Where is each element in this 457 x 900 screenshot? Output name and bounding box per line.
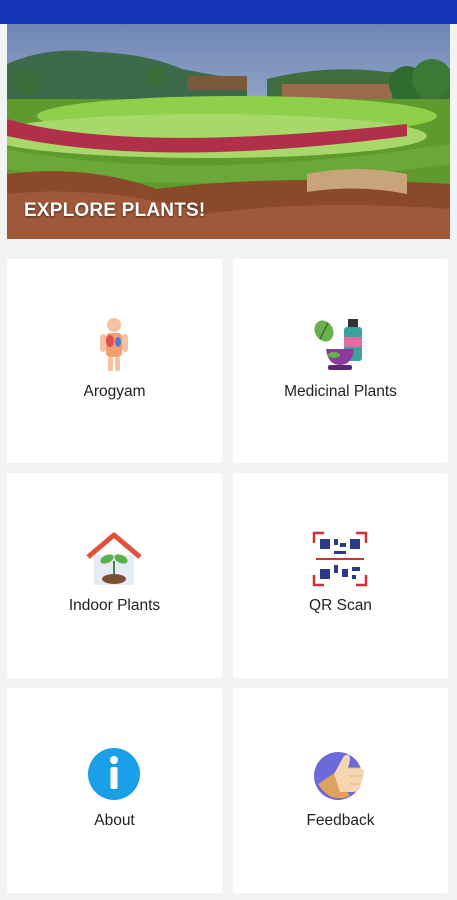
qr-code-icon — [310, 529, 370, 589]
medicinal-plants-icon — [310, 315, 370, 375]
banner-title: EXPLORE PLANTS! — [24, 200, 206, 221]
about-card[interactable]: About — [7, 688, 222, 893]
human-anatomy-icon — [84, 315, 144, 375]
status-bar — [0, 0, 457, 24]
indoor-plants-card[interactable]: Indoor Plants — [7, 473, 222, 678]
about-label: About — [94, 812, 135, 829]
arogyam-label: Arogyam — [83, 383, 146, 400]
qr-scan-label: QR Scan — [309, 597, 372, 614]
info-icon — [84, 744, 144, 804]
qr-scan-card[interactable]: QR Scan — [233, 473, 448, 678]
medicinal-plants-label: Medicinal Plants — [284, 383, 397, 400]
house-plant-icon — [84, 529, 144, 589]
explore-banner[interactable]: EXPLORE PLANTS! — [7, 24, 450, 239]
feedback-label: Feedback — [306, 812, 375, 829]
arogyam-card[interactable]: Arogyam — [7, 259, 222, 463]
indoor-plants-label: Indoor Plants — [68, 597, 161, 614]
medicinal-plants-card[interactable]: Medicinal Plants — [233, 259, 448, 463]
feedback-card[interactable]: Feedback — [233, 688, 448, 893]
thumbs-up-icon — [310, 744, 370, 804]
